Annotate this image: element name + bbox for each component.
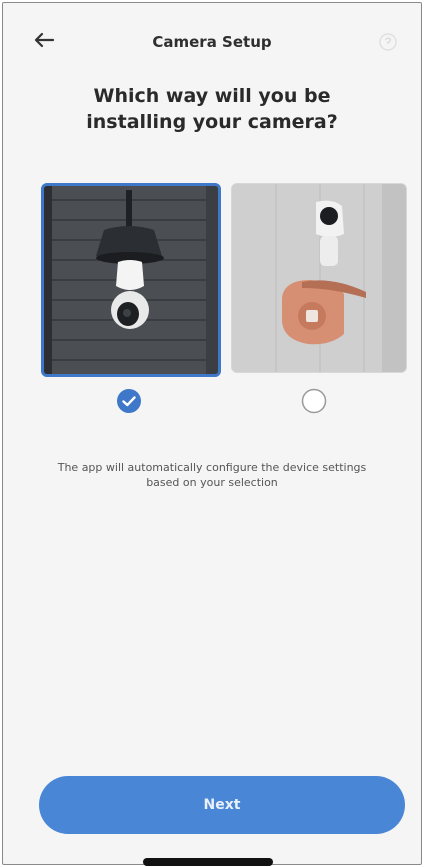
home-indicator[interactable]	[143, 858, 273, 866]
option-pendant-mount[interactable]	[41, 183, 221, 377]
top-bar: Camera Setup	[3, 3, 421, 83]
install-question: Which way will you be installing your ca…	[86, 85, 338, 133]
selection-hint: The app will automatically configure the…	[57, 461, 367, 489]
empty-circle-icon	[301, 388, 327, 414]
page-title: Camera Setup	[152, 33, 272, 51]
option-wall-mount[interactable]	[231, 183, 407, 373]
help-button[interactable]	[377, 31, 399, 53]
check-circle-icon	[117, 389, 141, 413]
app-screen: Camera Setup Which way will you be insta…	[2, 2, 422, 865]
wall-camera-image	[232, 184, 406, 372]
radio-pendant-mount[interactable]	[116, 388, 142, 414]
pendant-camera-image	[44, 186, 218, 374]
help-icon	[379, 33, 397, 51]
radio-wall-mount[interactable]	[301, 388, 327, 414]
next-button[interactable]: Next	[39, 776, 405, 834]
